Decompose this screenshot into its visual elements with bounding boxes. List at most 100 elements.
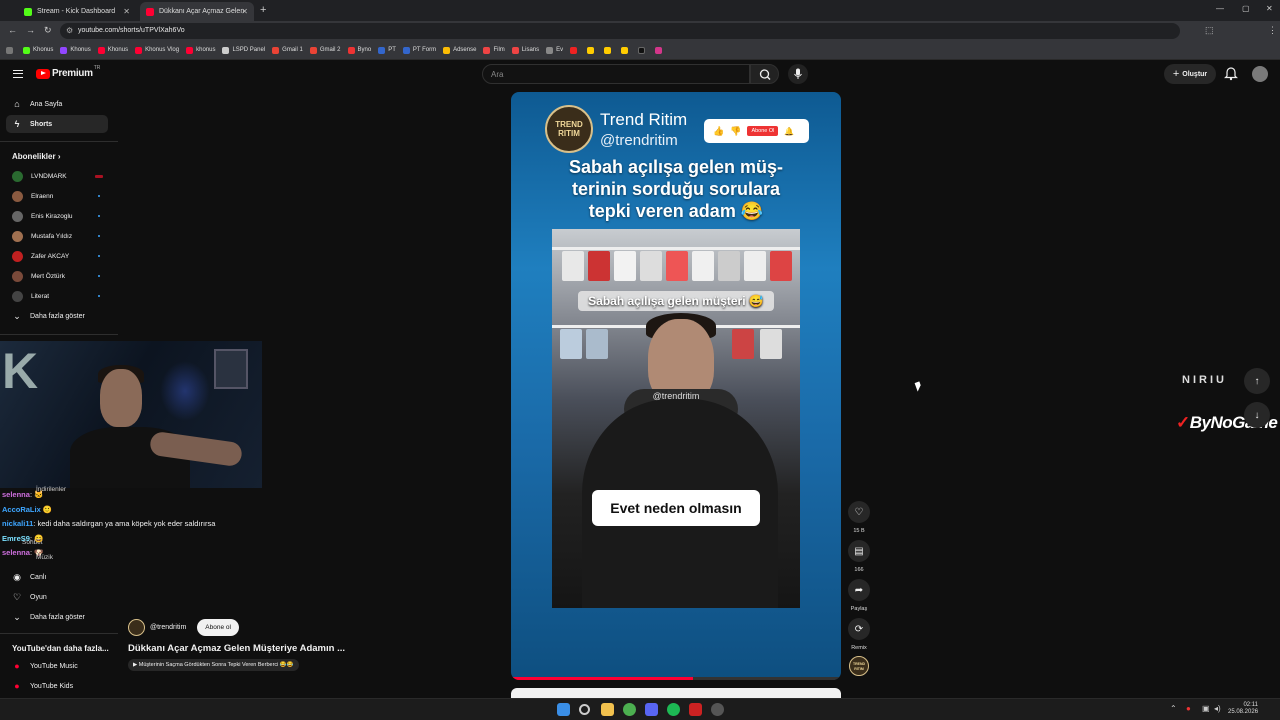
bookmark-icon[interactable] <box>570 46 580 54</box>
bookmark-icon[interactable] <box>638 46 648 54</box>
bookmark[interactable]: Byno <box>347 46 371 54</box>
video-progress-bar[interactable] <box>511 677 841 680</box>
tab-title: Stream - Kick Dashboard <box>37 8 116 15</box>
short-title[interactable]: Dükkanı Açar Açmaz Gelen Müşteriye Adamı… <box>128 643 345 654</box>
account-avatar[interactable] <box>1252 66 1268 82</box>
close-window-icon[interactable]: ✕ <box>1266 4 1273 13</box>
next-short-preview[interactable] <box>511 688 841 698</box>
menu-icon[interactable]: ⋮ <box>1268 25 1277 36</box>
volume-icon[interactable]: ◂) <box>1214 704 1221 713</box>
new-content-dot <box>97 254 100 258</box>
channel-avatar-button[interactable]: TREND RITIM <box>849 656 869 676</box>
subscription-item[interactable]: Zafer AKCAY <box>6 247 108 265</box>
bookmark[interactable]: PT <box>378 46 396 54</box>
network-icon[interactable]: ▣ <box>1202 704 1210 713</box>
notifications-bell-icon[interactable] <box>1224 66 1238 81</box>
system-clock[interactable]: 02:11 25.08.2026 <box>1228 702 1258 716</box>
close-icon[interactable]: ✕ <box>241 7 248 16</box>
bookmark[interactable]: LSPD Panel <box>222 46 265 54</box>
product <box>770 251 792 281</box>
shorts-video-player[interactable]: TREND RITIM Trend Ritim @trendritim 👍 👎 … <box>511 92 841 680</box>
instagram-icon[interactable] <box>655 46 665 54</box>
bookmark[interactable]: Khonus <box>23 46 53 54</box>
bookmark[interactable]: Ev <box>546 46 563 54</box>
spotify-icon[interactable] <box>667 703 680 716</box>
create-button[interactable]: + Oluştur <box>1164 64 1216 84</box>
bookmark-icon[interactable] <box>604 46 614 54</box>
voice-search-button[interactable] <box>788 64 808 84</box>
bookmark[interactable]: khonus <box>186 46 215 54</box>
channel-avatar[interactable] <box>128 619 145 636</box>
channel-handle[interactable]: @trendritim <box>150 624 186 631</box>
start-icon[interactable] <box>557 703 570 716</box>
minimize-icon[interactable]: — <box>1216 4 1224 13</box>
bookmark[interactable]: Gmail 2 <box>309 46 341 54</box>
subscriptions-heading[interactable]: Abonelikler › <box>12 152 60 161</box>
subscription-item[interactable]: Mert Öztürk <box>6 267 108 285</box>
mic-tray-icon[interactable]: ● <box>1186 704 1191 713</box>
share-button[interactable]: ➦ Paylaş <box>848 579 870 612</box>
site-info-icon[interactable]: ⚙ <box>66 26 73 35</box>
app-icon[interactable] <box>711 703 724 716</box>
related-video-chip[interactable]: ▶ Müşterinin Saçma Gördükten Sonra Tepki… <box>128 659 299 671</box>
youtube-logo[interactable]: Premium TR <box>36 65 100 79</box>
discord-icon[interactable] <box>645 703 658 716</box>
hamburger-menu-icon[interactable] <box>13 70 23 78</box>
sidebar-item-youtube-kids[interactable]: ● YouTube Kids <box>6 677 108 695</box>
close-icon[interactable]: ✕ <box>123 7 130 16</box>
subscribe-button[interactable]: Abone ol <box>197 619 239 636</box>
remix-button[interactable]: ⟳ Remix <box>848 618 870 651</box>
previous-short-button[interactable]: ↑ <box>1244 368 1270 394</box>
shorts-icon: ϟ <box>14 119 20 129</box>
show-more-explore[interactable]: ⌄ Daha fazla göster <box>6 608 108 626</box>
subscription-item[interactable]: Enis Kirazoglu <box>6 207 108 225</box>
bookmark[interactable]: Adsense <box>443 46 476 54</box>
sidebar-item-live[interactable]: ◉ Canlı <box>6 568 108 586</box>
search-taskbar-icon[interactable] <box>579 704 590 715</box>
bookmark[interactable]: Gmail 1 <box>272 46 303 54</box>
sidebar-item-home[interactable]: ⌂ Ana Sayfa <box>6 95 108 113</box>
search-button[interactable] <box>750 64 779 84</box>
progress-fill <box>511 677 693 680</box>
comments-button[interactable]: ▤ 166 <box>848 540 870 573</box>
url-field[interactable]: ⚙ youtube.com/shorts/uTPVlXah6Vo <box>60 23 1180 39</box>
tab-youtube-short[interactable]: Dükkanı Açar Açmaz Gelen ✕ <box>140 2 254 21</box>
subscription-item[interactable]: Literat <box>6 287 108 305</box>
reload-icon[interactable]: ↻ <box>44 25 52 36</box>
new-tab-button[interactable]: + <box>260 4 266 16</box>
bookmark[interactable]: Khonus <box>97 46 128 54</box>
video-frame: Sabah açılışa gelen müşteri 😅 @trendriti… <box>552 229 800 608</box>
forward-icon[interactable]: → <box>26 25 35 35</box>
url-text: youtube.com/shorts/uTPVlXah6Vo <box>78 27 185 34</box>
tab-kick-dashboard[interactable]: Stream - Kick Dashboard ✕ <box>18 2 136 21</box>
file-explorer-icon[interactable] <box>601 703 614 716</box>
like-button[interactable]: ♡ 15 B <box>848 501 870 534</box>
sidebar-item-youtube-music[interactable]: ● YouTube Music <box>6 657 108 675</box>
bookmark[interactable]: PT Form <box>402 46 436 54</box>
obs-icon[interactable] <box>689 703 702 716</box>
extensions-icon[interactable]: ⬚ <box>1205 25 1214 36</box>
show-more-subscriptions[interactable]: ⌄ Daha fazla göster <box>6 307 108 325</box>
bookmark-icon[interactable] <box>587 46 597 54</box>
sidebar-item-shorts[interactable]: ϟ Shorts <box>6 115 108 133</box>
overlay-like-subscribe-graphic: 👍 👎 Abone Ol 🔔 <box>704 119 809 143</box>
browser-tabbar: Stream - Kick Dashboard ✕ Dükkanı Açar A… <box>0 0 1280 21</box>
bookmark[interactable]: Film <box>483 46 505 54</box>
tab-title: Dükkanı Açar Açmaz Gelen <box>159 8 245 15</box>
bookmark[interactable]: Khonus <box>60 46 91 54</box>
arrow-up-icon: ↑ <box>1254 375 1260 387</box>
back-icon[interactable]: ← <box>8 25 17 35</box>
maximize-icon[interactable]: ▢ <box>1242 4 1250 13</box>
bookmark[interactable]: Lisans <box>511 46 539 54</box>
subscription-item[interactable]: LVNDMARK <box>6 167 108 185</box>
bookmark-icon[interactable] <box>621 46 631 54</box>
tray-chevron-icon[interactable]: ⌃ <box>1170 704 1177 713</box>
search-input[interactable]: Ara <box>482 64 750 84</box>
chrome-icon[interactable] <box>623 703 636 716</box>
apps-icon[interactable] <box>6 46 16 54</box>
subscription-item[interactable]: Mustafa Yıldız <box>6 227 108 245</box>
subscription-item[interactable]: Elraenn <box>6 187 108 205</box>
next-short-button[interactable]: ↓ <box>1244 402 1270 428</box>
sidebar-item-gaming[interactable]: ♡ Oyun <box>6 588 108 606</box>
bookmark[interactable]: Khonus Vlog <box>135 46 179 54</box>
